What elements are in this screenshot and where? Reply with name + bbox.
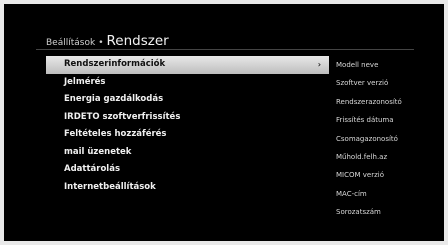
tv-screen: Beállítások • Rendszer Rendszerinformációk… bbox=[4, 4, 444, 241]
detail-serial-number: Sorozatszám bbox=[336, 208, 381, 217]
menu-item-irdeto-update[interactable]: IRDETO szoftverfrissítés bbox=[46, 109, 329, 127]
menu-item-label: Adattárolás bbox=[64, 164, 121, 174]
detail-micom-version: MICOM verzió bbox=[336, 171, 384, 180]
menu-item-label: IRDETO szoftverfrissítés bbox=[64, 111, 181, 122]
menu-item-label: Rendszerinformációk bbox=[64, 59, 166, 69]
menu-item-internet-settings[interactable]: Internetbeállítások bbox=[46, 179, 329, 197]
detail-software-version: Szoftver verzió bbox=[336, 79, 389, 88]
menu-item-label: Feltételes hozzáférés bbox=[64, 129, 167, 139]
menu-item-mail-messages[interactable]: mail üzenetek bbox=[46, 144, 329, 162]
menu-item-label: Jelmérés bbox=[64, 76, 106, 87]
page-title: Rendszer bbox=[106, 33, 169, 49]
menu-item-label: mail üzenetek bbox=[64, 146, 132, 157]
detail-update-date: Frissítés dátuma bbox=[336, 116, 394, 125]
menu-item-label: Energia gazdálkodás bbox=[64, 94, 164, 104]
menu-item-label: Internetbeállítások bbox=[64, 181, 156, 192]
menu-item-storage[interactable]: Adattárolás bbox=[46, 161, 329, 179]
detail-mac-address: MAC-cím bbox=[336, 189, 367, 198]
detail-system-id: Rendszerazonosító bbox=[336, 97, 402, 106]
menu-item-power-management[interactable]: Energia gazdálkodás bbox=[46, 91, 329, 109]
menu-item-conditional-access[interactable]: Feltételes hozzáférés bbox=[46, 126, 329, 144]
menu-item-system-info[interactable]: Rendszerinformációk › bbox=[46, 56, 329, 74]
breadcrumb-separator: • bbox=[98, 38, 104, 48]
detail-package-id: Csomagazonosító bbox=[336, 134, 398, 143]
detail-satellite-user-id: Műhold.felh.az bbox=[336, 152, 388, 161]
settings-menu: Rendszerinformációk › Jelmérés Energia g… bbox=[46, 56, 329, 196]
menu-item-signal-measurement[interactable]: Jelmérés bbox=[46, 74, 329, 92]
system-info-details: Modell neve Szoftver verzió Rendszerazon… bbox=[334, 56, 444, 222]
detail-model-name: Modell neve bbox=[336, 61, 379, 69]
chevron-right-icon: › bbox=[317, 60, 321, 69]
header: Beállítások • Rendszer bbox=[46, 30, 169, 49]
header-divider bbox=[36, 49, 414, 50]
breadcrumb-settings[interactable]: Beállítások bbox=[46, 38, 95, 48]
